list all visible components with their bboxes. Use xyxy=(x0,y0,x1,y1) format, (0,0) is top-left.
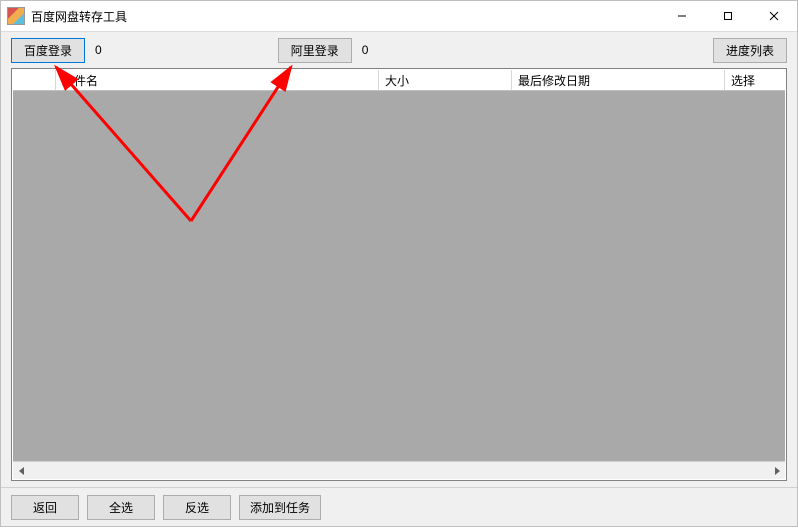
select-all-button[interactable]: 全选 xyxy=(87,495,155,520)
baidu-count-label: 0 xyxy=(95,43,102,57)
horizontal-scrollbar[interactable] xyxy=(13,461,785,479)
column-header-icon[interactable] xyxy=(13,70,56,90)
invert-selection-button[interactable]: 反选 xyxy=(163,495,231,520)
scroll-right-icon[interactable] xyxy=(768,462,785,479)
scroll-left-icon[interactable] xyxy=(13,462,30,479)
app-icon xyxy=(7,7,25,25)
close-button[interactable] xyxy=(751,1,797,31)
column-header-filename[interactable]: 文件名 xyxy=(56,70,379,90)
window-title: 百度网盘转存工具 xyxy=(31,8,127,25)
column-header-mtime[interactable]: 最后修改日期 xyxy=(512,70,725,90)
file-list: 文件名 大小 最后修改日期 选择 xyxy=(11,68,787,481)
minimize-button[interactable] xyxy=(659,1,705,31)
back-button[interactable]: 返回 xyxy=(11,495,79,520)
titlebar: 百度网盘转存工具 xyxy=(1,1,797,32)
add-to-task-button[interactable]: 添加到任务 xyxy=(239,495,321,520)
bottombar: 返回 全选 反选 添加到任务 xyxy=(1,487,797,526)
ali-login-button[interactable]: 阿里登录 xyxy=(278,38,352,63)
scroll-track[interactable] xyxy=(30,462,768,479)
list-body[interactable] xyxy=(13,91,785,461)
toolbar: 百度登录 0 阿里登录 0 进度列表 xyxy=(1,32,797,68)
column-header-select[interactable]: 选择 xyxy=(725,70,785,90)
ali-count-label: 0 xyxy=(362,43,369,57)
list-header: 文件名 大小 最后修改日期 选择 xyxy=(13,70,785,91)
column-header-size[interactable]: 大小 xyxy=(379,70,512,90)
window-controls xyxy=(659,1,797,31)
baidu-login-button[interactable]: 百度登录 xyxy=(11,38,85,63)
progress-list-button[interactable]: 进度列表 xyxy=(713,38,787,63)
maximize-button[interactable] xyxy=(705,1,751,31)
app-window: 百度网盘转存工具 百度登录 0 阿里登录 0 进度列表 文件名 xyxy=(0,0,798,527)
